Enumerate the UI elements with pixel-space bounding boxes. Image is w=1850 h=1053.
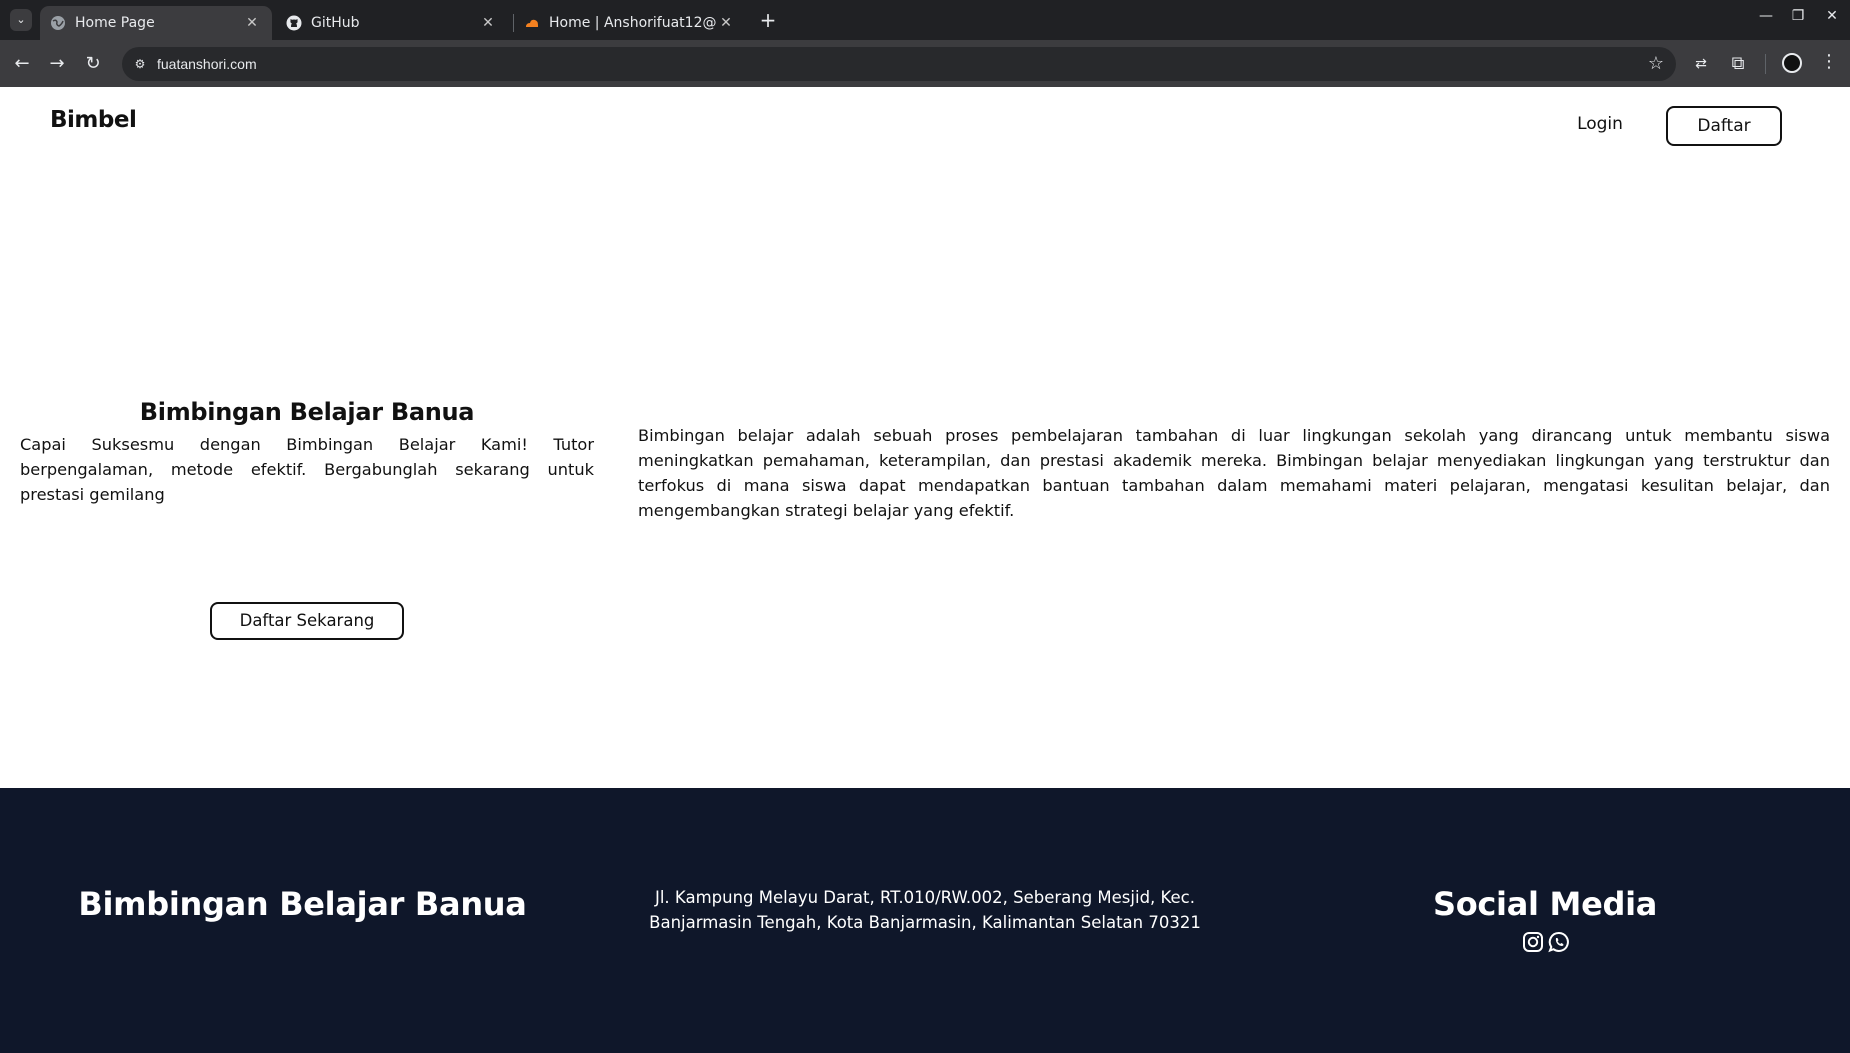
close-window-icon[interactable]: ✕ [1822, 8, 1842, 24]
globe-icon [50, 15, 66, 31]
hero-title: Bimbingan Belajar Banua [139, 398, 475, 426]
profile-avatar[interactable] [1782, 53, 1802, 73]
menu-dots-icon[interactable]: ⋮ [1820, 51, 1838, 72]
reload-icon[interactable]: ↻ [82, 53, 104, 75]
tab-title: GitHub [311, 15, 360, 31]
tab-cloudflare-home[interactable]: Home | Anshorifuat12@ ✕ [514, 6, 746, 40]
browser-tabstrip: ⌄ Home Page ✕ GitHub ✕ Home | Anshorifua… [0, 0, 1850, 40]
tab-home-page[interactable]: Home Page ✕ [40, 6, 272, 40]
address-line: Jl. Kampung Melayu Darat, RT.010/RW.002,… [654, 888, 1195, 907]
hero-tagline: Capai Suksesmu dengan Bimbingan Belajar … [20, 435, 594, 504]
extensions-icon[interactable]: ⧉ [1727, 53, 1749, 75]
forward-arrow-icon[interactable]: → [46, 53, 68, 75]
brand-logo[interactable]: Bimbel [50, 107, 137, 133]
back-arrow-icon[interactable]: ← [11, 53, 33, 75]
login-link[interactable]: Login [1572, 114, 1628, 134]
footer-address: Jl. Kampung Melayu Darat, RT.010/RW.002,… [630, 885, 1220, 935]
browser-toolbar: ← → ↻ ⚙ fuatanshori.com ☆ ⇄ ⧉ ⋮ [0, 40, 1850, 87]
close-tab-icon[interactable]: ✕ [716, 15, 736, 31]
tab-title: Home Page [75, 15, 155, 31]
tab-title: Home | Anshorifuat12@ [549, 15, 716, 31]
tab-github[interactable]: GitHub ✕ [276, 6, 508, 40]
footer: Bimbingan Belajar Banua Jl. Kampung Mela… [0, 788, 1850, 1053]
whatsapp-icon[interactable] [1548, 931, 1570, 953]
social-media-title: Social Media [1432, 885, 1658, 923]
register-now-button[interactable]: Daftar Sekarang [210, 602, 404, 640]
new-tab-button[interactable]: + [758, 7, 778, 33]
hero-left: Bimbingan Belajar Banua Capai Suksesmu d… [20, 398, 594, 640]
translate-icon[interactable]: ⇄ [1690, 53, 1712, 75]
address-bar[interactable]: ⚙ fuatanshori.com ☆ [122, 47, 1676, 81]
hero-description: Bimbingan belajar adalah sebuah proses p… [638, 426, 1830, 520]
tab-search-button[interactable]: ⌄ [10, 9, 32, 31]
close-tab-icon[interactable]: ✕ [242, 15, 262, 31]
restore-icon[interactable]: ❐ [1788, 8, 1808, 24]
cloudflare-icon [524, 15, 540, 31]
footer-title: Bimbingan Belajar Banua [78, 885, 527, 923]
bookmark-star-icon[interactable]: ☆ [1648, 53, 1664, 74]
toolbar-separator [1765, 54, 1766, 74]
web-page: Bimbel Login Daftar Bimbingan Belajar Ba… [0, 87, 1850, 1053]
minimize-icon[interactable]: — [1756, 8, 1776, 24]
url-text[interactable]: fuatanshori.com [157, 47, 257, 81]
register-button[interactable]: Daftar [1666, 106, 1782, 146]
close-tab-icon[interactable]: ✕ [478, 15, 498, 31]
social-icons [1522, 931, 1570, 953]
github-icon [286, 15, 302, 31]
instagram-icon[interactable] [1522, 931, 1544, 953]
address-line: Banjarmasin Tengah, Kota Banjarmasin, Ka… [649, 913, 1201, 932]
site-settings-icon[interactable]: ⚙ [131, 55, 149, 73]
